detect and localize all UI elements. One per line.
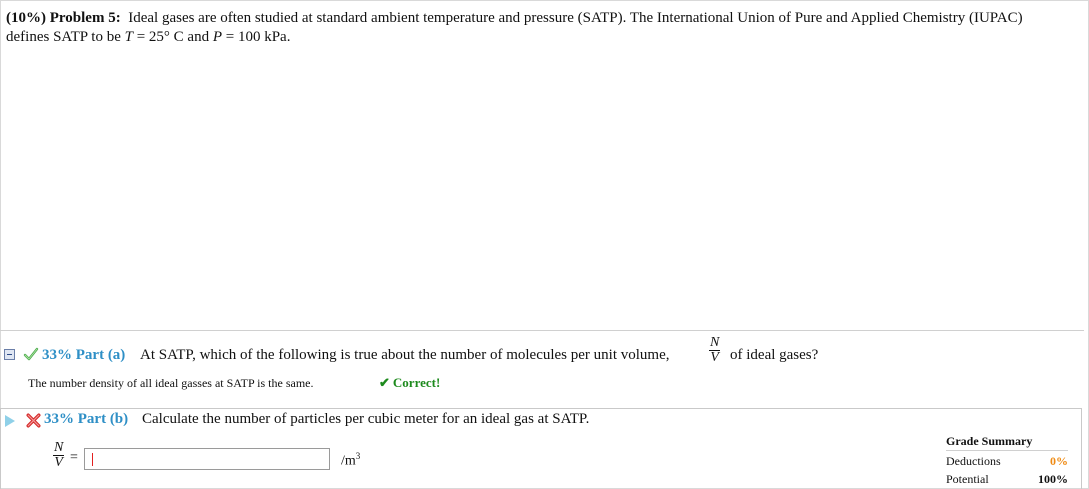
- fraction-numerator: N: [709, 335, 721, 351]
- temperature-value: = 25° C and: [132, 29, 213, 45]
- part-b-label[interactable]: 33% Part (b): [44, 411, 128, 428]
- deductions-label: Deductions: [946, 454, 1001, 468]
- checkmark-icon: [23, 347, 39, 361]
- unit-exponent: 3: [355, 451, 361, 461]
- potential-value: 100%: [1038, 472, 1068, 486]
- correct-check-icon: ✔: [379, 375, 390, 390]
- problem-statement: (10%) Problem 5: Ideal gases are often s…: [6, 9, 1066, 47]
- part-a-answer: The number density of all ideal gasses a…: [28, 376, 314, 390]
- answer-input[interactable]: [84, 448, 330, 470]
- answer-lhs-fraction: N V: [53, 440, 65, 470]
- answer-denominator: V: [54, 455, 63, 470]
- grade-summary-title: Grade Summary: [946, 434, 1068, 451]
- answer-unit: /m3: [341, 451, 360, 470]
- problem-label: Problem 5:: [49, 10, 121, 26]
- fraction-denominator: V: [710, 350, 719, 365]
- pressure-value: = 100 kPa.: [222, 29, 291, 45]
- x-mark-icon: [26, 413, 41, 428]
- temperature-var: T: [124, 29, 133, 45]
- answer-numerator: N: [53, 440, 65, 456]
- potential-label: Potential: [946, 472, 989, 486]
- problem-weight: (10%): [6, 10, 46, 26]
- text-cursor: [92, 453, 93, 466]
- part-a-header: 33% Part (a) At SATP, which of the follo…: [4, 336, 1004, 374]
- divider: [0, 330, 1084, 331]
- correct-status: ✔ Correct!: [379, 375, 440, 391]
- part-a-question: At SATP, which of the following is true …: [140, 347, 670, 363]
- expand-arrow-icon[interactable]: [5, 415, 15, 427]
- part-b-question: Calculate the number of particles per cu…: [142, 411, 590, 427]
- potential-row: Potential 100%: [946, 472, 1068, 487]
- unit-base: /m: [341, 453, 356, 469]
- correct-label: Correct!: [392, 375, 441, 390]
- pressure-var: P: [212, 29, 222, 45]
- grade-summary: Grade Summary Deductions 0% Potential 10…: [946, 434, 1068, 487]
- equals-sign: =: [70, 450, 78, 465]
- collapse-icon[interactable]: [4, 349, 15, 360]
- deductions-value: 0%: [1050, 454, 1068, 468]
- part-a-label[interactable]: 33% Part (a): [42, 347, 125, 364]
- part-a-fraction: N V: [709, 335, 721, 365]
- part-a-question-tail: of ideal gases?: [730, 347, 819, 363]
- deductions-row: Deductions 0%: [946, 454, 1068, 469]
